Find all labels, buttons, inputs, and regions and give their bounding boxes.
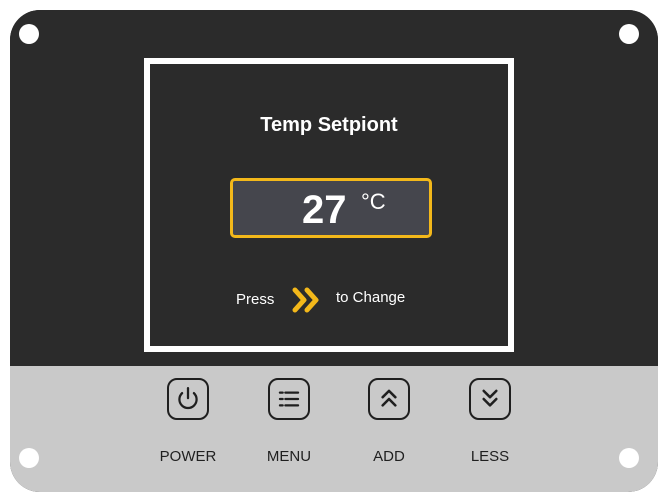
temperature-unit: °C <box>361 189 386 214</box>
menu-list-icon <box>278 391 300 407</box>
double-chevron-right-icon <box>292 287 322 313</box>
power-icon <box>178 387 198 410</box>
panel-button-section <box>10 366 658 492</box>
mounting-hole-bottom-left <box>19 448 39 468</box>
hint-prefix: Press <box>236 291 275 308</box>
temperature-value: 27 <box>302 188 347 232</box>
power-button[interactable] <box>167 378 209 420</box>
double-chevron-down-icon <box>482 389 498 407</box>
add-button[interactable] <box>368 378 410 420</box>
mounting-hole-bottom-right <box>619 448 639 468</box>
temperature-display: 27 °C <box>230 178 432 238</box>
power-button-label: POWER <box>159 448 217 465</box>
menu-button[interactable] <box>268 378 310 420</box>
less-button-label: LESS <box>470 448 510 465</box>
change-hint: Press to Change <box>150 284 508 314</box>
screen-title: Temp Setpiont <box>260 114 398 136</box>
hint-suffix: to Change <box>336 289 406 306</box>
mounting-hole-top-right <box>619 24 639 44</box>
less-button[interactable] <box>469 378 511 420</box>
menu-button-label: MENU <box>266 448 312 465</box>
mounting-hole-top-left <box>19 24 39 44</box>
double-chevron-up-icon <box>381 389 397 407</box>
display-screen: Temp Setpiont 27 °C Press to Change <box>144 58 514 352</box>
add-button-label: ADD <box>373 448 405 465</box>
